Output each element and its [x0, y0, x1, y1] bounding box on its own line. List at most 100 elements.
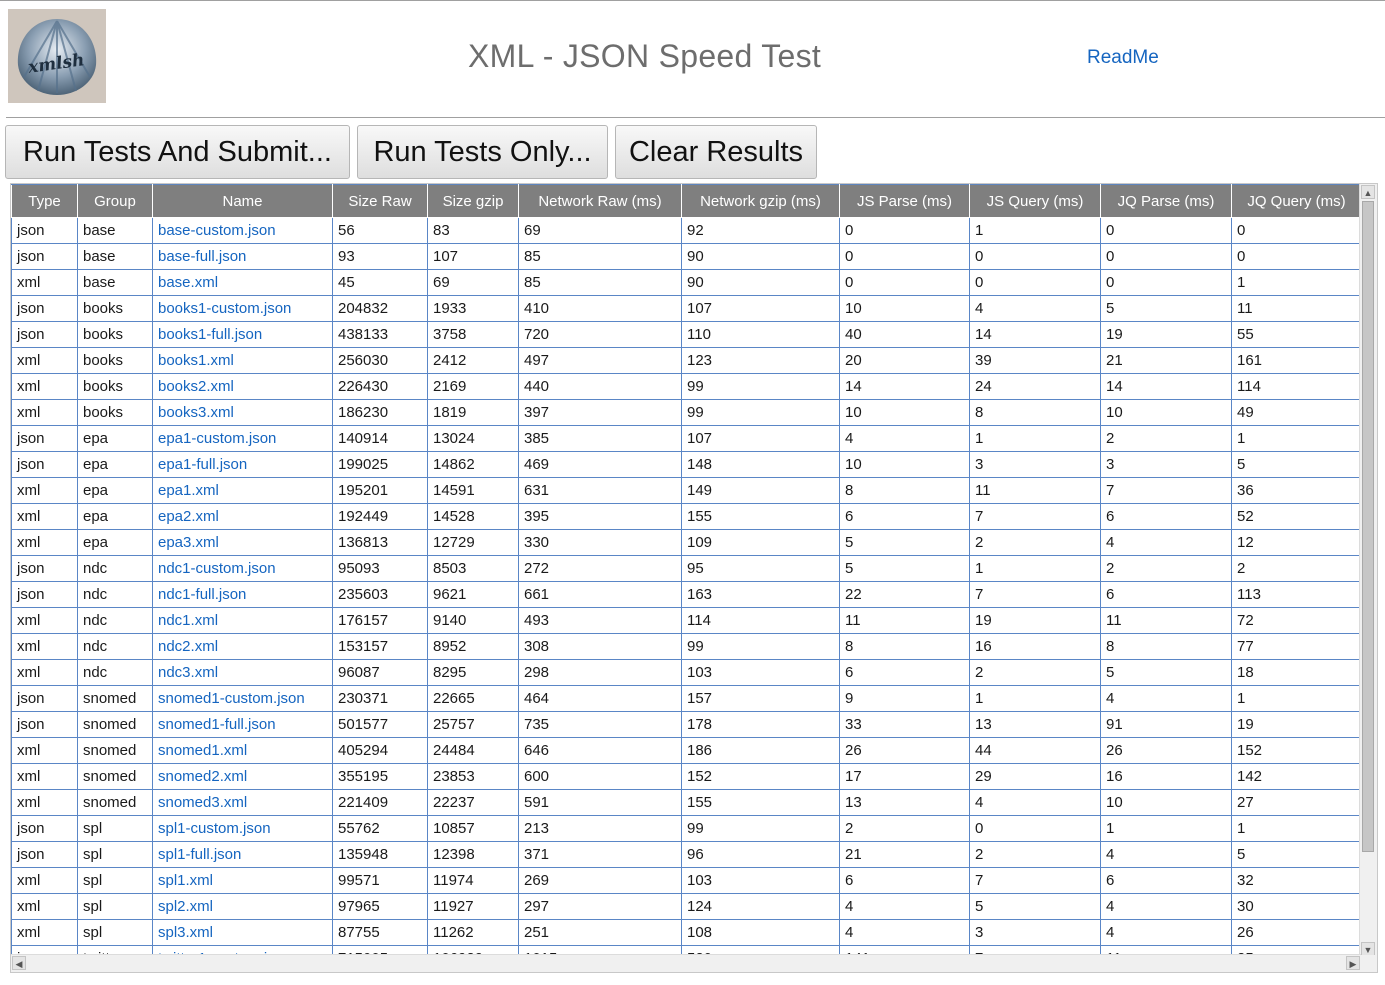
- file-name-link[interactable]: books3.xml: [158, 404, 234, 421]
- table-cell: 13: [969, 711, 1101, 738]
- horizontal-scrollbar[interactable]: ◀ ▶: [11, 954, 1361, 972]
- file-name-link[interactable]: ndc3.xml: [158, 664, 218, 681]
- file-name-link[interactable]: books1-custom.json: [158, 300, 291, 317]
- table-cell: 1: [969, 425, 1101, 452]
- column-header[interactable]: JQ Query (ms): [1231, 184, 1362, 218]
- file-name-link[interactable]: snomed3.xml: [158, 794, 247, 811]
- arrow-left-icon[interactable]: ◀: [12, 956, 26, 970]
- file-name-link[interactable]: snomed1-custom.json: [158, 690, 305, 707]
- vertical-scrollbar[interactable]: ▲ ▼: [1359, 184, 1377, 957]
- table-cell: json: [11, 711, 78, 738]
- table-cell: 72: [1231, 607, 1362, 634]
- table-cell: 107: [681, 425, 840, 452]
- column-header[interactable]: JS Query (ms): [969, 184, 1101, 218]
- arrow-down-icon[interactable]: ▼: [1361, 942, 1375, 956]
- table-cell: json: [11, 217, 78, 244]
- file-name-link[interactable]: epa1.xml: [158, 482, 219, 499]
- column-header[interactable]: Size Raw: [332, 184, 428, 218]
- table-cell: 297: [518, 893, 682, 920]
- column-header[interactable]: Network gzip (ms): [681, 184, 840, 218]
- table-cell: 3758: [427, 321, 519, 348]
- file-name-link[interactable]: spl1-custom.json: [158, 820, 271, 837]
- table-cell: 6: [1100, 867, 1232, 894]
- table-cell: snomed1-custom.json: [152, 685, 333, 712]
- run-tests-and-submit-button[interactable]: Run Tests And Submit...: [5, 125, 350, 179]
- file-name-link[interactable]: ndc1-full.json: [158, 586, 246, 603]
- file-name-link[interactable]: base-full.json: [158, 248, 246, 265]
- column-header[interactable]: Name: [152, 184, 333, 218]
- file-name-link[interactable]: epa1-full.json: [158, 456, 247, 473]
- column-header[interactable]: Network Raw (ms): [518, 184, 682, 218]
- file-name-link[interactable]: books1-full.json: [158, 326, 262, 343]
- file-name-link[interactable]: ndc2.xml: [158, 638, 218, 655]
- table-cell: 192449: [332, 503, 428, 530]
- file-name-link[interactable]: snomed1-full.json: [158, 716, 276, 733]
- table-cell: 4: [839, 919, 970, 946]
- file-name-link[interactable]: spl3.xml: [158, 924, 213, 941]
- arrow-up-icon[interactable]: ▲: [1361, 185, 1375, 199]
- table-cell: spl: [77, 867, 153, 894]
- readme-link[interactable]: ReadMe: [1087, 47, 1159, 69]
- table-cell: 20: [839, 347, 970, 374]
- file-name-link[interactable]: ndc1.xml: [158, 612, 218, 629]
- column-header[interactable]: Type: [11, 184, 78, 218]
- table-cell: 469: [518, 451, 682, 478]
- table-cell: 7: [969, 503, 1101, 530]
- file-name-link[interactable]: ndc1-custom.json: [158, 560, 276, 577]
- table-cell: spl: [77, 815, 153, 842]
- table-cell: 5: [839, 555, 970, 582]
- column-header[interactable]: Group: [77, 184, 153, 218]
- table-cell: 661: [518, 581, 682, 608]
- table-cell: 1: [1231, 815, 1362, 842]
- file-name-link[interactable]: epa3.xml: [158, 534, 219, 551]
- table-cell: 9140: [427, 607, 519, 634]
- table-cell: books: [77, 321, 153, 348]
- file-name-link[interactable]: spl1.xml: [158, 872, 213, 889]
- table-cell: ndc: [77, 607, 153, 634]
- clear-results-button[interactable]: Clear Results: [615, 125, 817, 179]
- table-cell: 52: [1231, 503, 1362, 530]
- table-cell: 91: [1100, 711, 1232, 738]
- table-cell: xml: [11, 737, 78, 764]
- table-cell: xml: [11, 529, 78, 556]
- table-cell: 26: [1100, 737, 1232, 764]
- file-name-link[interactable]: spl2.xml: [158, 898, 213, 915]
- table-row: json spl spl1-full.json 135948 12398 371 96 21 2…: [11, 841, 1362, 868]
- file-name-link[interactable]: epa1-custom.json: [158, 430, 276, 447]
- vertical-scroll-thumb[interactable]: [1362, 201, 1374, 852]
- table-cell: 3: [969, 451, 1101, 478]
- column-header[interactable]: JS Parse (ms): [839, 184, 970, 218]
- table-cell: 2169: [427, 373, 519, 400]
- arrow-right-icon[interactable]: ▶: [1346, 956, 1360, 970]
- table-cell: ndc: [77, 581, 153, 608]
- table-cell: 221409: [332, 789, 428, 816]
- table-cell: 85: [518, 269, 682, 296]
- file-name-link[interactable]: books1.xml: [158, 352, 234, 369]
- table-cell: 213: [518, 815, 682, 842]
- table-cell: 108: [681, 919, 840, 946]
- table-cell: books1-full.json: [152, 321, 333, 348]
- table-cell: 103: [681, 659, 840, 686]
- table-cell: 493: [518, 607, 682, 634]
- file-name-link[interactable]: epa2.xml: [158, 508, 219, 525]
- table-cell: ndc1-custom.json: [152, 555, 333, 582]
- table-cell: spl: [77, 893, 153, 920]
- file-name-link[interactable]: books2.xml: [158, 378, 234, 395]
- table-cell: 99: [681, 399, 840, 426]
- table-cell: 155: [681, 503, 840, 530]
- file-name-link[interactable]: base-custom.json: [158, 222, 276, 239]
- table-row: json epa epa1-custom.json 140914 13024 385 107…: [11, 425, 1362, 452]
- table-cell: 251: [518, 919, 682, 946]
- file-name-link[interactable]: snomed2.xml: [158, 768, 247, 785]
- column-header[interactable]: JQ Parse (ms): [1100, 184, 1232, 218]
- table-row: xml snomed snomed1.xml 405294 24484 646 186 26 4…: [11, 737, 1362, 764]
- file-name-link[interactable]: spl1-full.json: [158, 846, 241, 863]
- file-name-link[interactable]: snomed1.xml: [158, 742, 247, 759]
- file-name-link[interactable]: base.xml: [158, 274, 218, 291]
- table-cell: 3: [969, 919, 1101, 946]
- table-cell: spl1-custom.json: [152, 815, 333, 842]
- table-cell: snomed2.xml: [152, 763, 333, 790]
- run-tests-only-button[interactable]: Run Tests Only...: [357, 125, 608, 179]
- table-cell: 4: [1100, 685, 1232, 712]
- column-header[interactable]: Size gzip: [427, 184, 519, 218]
